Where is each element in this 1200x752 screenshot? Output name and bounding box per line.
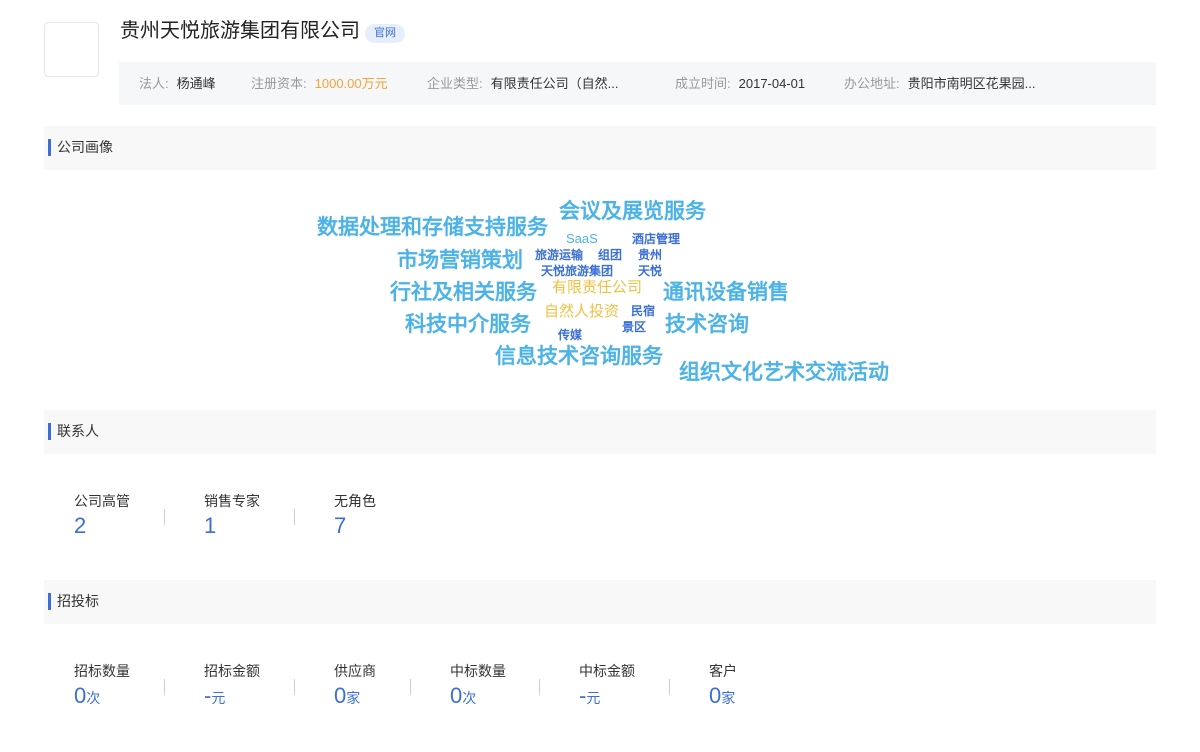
cloud-word: 科技中介服务	[405, 313, 531, 336]
stat-divider	[539, 679, 540, 695]
stat-divider	[410, 679, 411, 695]
stat-label: 招标金额	[204, 663, 260, 679]
cloud-word: 通讯设备销售	[663, 281, 789, 304]
stat-label: 中标金额	[579, 663, 635, 679]
cloud-word: 传媒	[558, 328, 583, 342]
info-label: 企业类型:	[427, 76, 483, 91]
cloud-word: 旅游运输	[535, 248, 584, 262]
stat-value: 0	[450, 683, 463, 708]
stat-unit: 元	[211, 690, 226, 706]
section-accent-bar	[48, 593, 51, 610]
section-header-portrait: 公司画像	[44, 126, 1156, 170]
stat-unit: 家	[721, 690, 736, 706]
stat-divider	[669, 679, 670, 695]
bid-stat-award-count[interactable]: 中标数量 0次	[450, 663, 506, 711]
company-info-bar: 法人: 杨通峰 注册资本: 1000.00万元 企业类型: 有限责任公司（自然... …	[119, 62, 1156, 105]
info-company-type: 企业类型: 有限责任公司（自然...	[427, 62, 618, 105]
bid-stat-tender-count[interactable]: 招标数量 0次	[74, 663, 130, 711]
stat-label: 客户	[709, 663, 737, 679]
stat-divider	[294, 509, 295, 525]
stat-value: 0	[74, 683, 87, 708]
company-portrait-word-cloud: 数据处理和存储支持服务 会议及展览服务 SaaS 酒店管理 市场营销策划 旅游运…	[0, 170, 1200, 400]
cloud-word: 市场营销策划	[397, 249, 523, 272]
cloud-word: 组团	[598, 248, 623, 262]
info-value: 贵阳市南明区花果园...	[907, 76, 1036, 91]
section-accent-bar	[48, 423, 51, 440]
info-label: 办公地址:	[844, 76, 900, 91]
contact-stat-executives[interactable]: 公司高管 2	[74, 493, 130, 539]
bid-stat-suppliers[interactable]: 供应商 0家	[334, 663, 376, 711]
stat-value: 2	[74, 513, 87, 538]
info-value: 杨通峰	[176, 76, 216, 91]
info-registered-capital: 注册资本: 1000.00万元	[251, 62, 388, 105]
cloud-word: 天悦旅游集团	[541, 264, 614, 278]
stat-label: 中标数量	[450, 663, 506, 679]
stat-divider	[164, 509, 165, 525]
bid-stat-tender-amount[interactable]: 招标金额 -元	[204, 663, 260, 711]
section-title: 联系人	[57, 423, 99, 439]
info-value: 有限责任公司（自然...	[490, 76, 619, 91]
section-title: 招投标	[57, 593, 99, 609]
stat-value: 0	[709, 683, 722, 708]
contact-stat-sales-experts[interactable]: 销售专家 1	[204, 493, 260, 539]
official-website-badge[interactable]: 官网	[365, 24, 405, 43]
cloud-word: 贵州	[638, 248, 663, 262]
stat-value: 1	[204, 513, 217, 538]
info-label: 成立时间:	[675, 76, 731, 91]
cloud-word: 有限责任公司	[552, 279, 643, 296]
company-name: 贵州天悦旅游集团有限公司	[120, 20, 360, 42]
cloud-word: SaaS	[566, 231, 598, 246]
info-label: 注册资本:	[251, 76, 307, 91]
cloud-word: 自然人投资	[544, 303, 620, 320]
cloud-word: 行社及相关服务	[390, 281, 537, 304]
bid-stat-award-amount[interactable]: 中标金额 -元	[579, 663, 635, 711]
stat-unit: 次	[86, 690, 101, 706]
cloud-word: 会议及展览服务	[559, 200, 706, 223]
section-header-contacts: 联系人	[44, 410, 1156, 454]
company-logo	[44, 22, 99, 77]
cloud-word: 信息技术咨询服务	[495, 345, 663, 368]
stat-value: 0	[334, 683, 347, 708]
bid-stat-customers[interactable]: 客户 0家	[709, 663, 737, 711]
section-title: 公司画像	[57, 139, 113, 155]
cloud-word: 天悦	[638, 264, 663, 278]
info-label: 法人:	[139, 76, 169, 91]
cloud-word: 数据处理和存储支持服务	[317, 216, 548, 239]
stat-divider	[294, 679, 295, 695]
stat-label: 无角色	[334, 493, 376, 509]
cloud-word: 酒店管理	[632, 232, 681, 246]
stat-unit: 元	[586, 690, 601, 706]
stat-label: 招标数量	[74, 663, 130, 679]
info-value: 1000.00万元	[314, 76, 388, 91]
stat-unit: 次	[462, 690, 477, 706]
stat-label: 销售专家	[204, 493, 260, 509]
stat-value: 7	[334, 513, 347, 538]
stat-unit: 家	[346, 690, 361, 706]
info-established-date: 成立时间: 2017-04-01	[675, 62, 805, 105]
cloud-word: 组织文化艺术交流活动	[679, 361, 889, 384]
info-value: 2017-04-01	[738, 76, 806, 91]
info-legal-person: 法人: 杨通峰	[139, 62, 216, 105]
cloud-word: 民宿	[631, 304, 656, 318]
cloud-word: 技术咨询	[665, 313, 749, 336]
stat-label: 供应商	[334, 663, 376, 679]
contact-stat-no-role[interactable]: 无角色 7	[334, 493, 376, 539]
info-office-address: 办公地址: 贵阳市南明区花果园...	[844, 62, 1035, 105]
section-header-bids: 招投标	[44, 580, 1156, 624]
stat-divider	[164, 679, 165, 695]
stat-label: 公司高管	[74, 493, 130, 509]
section-accent-bar	[48, 139, 51, 156]
cloud-word: 景区	[622, 320, 647, 334]
